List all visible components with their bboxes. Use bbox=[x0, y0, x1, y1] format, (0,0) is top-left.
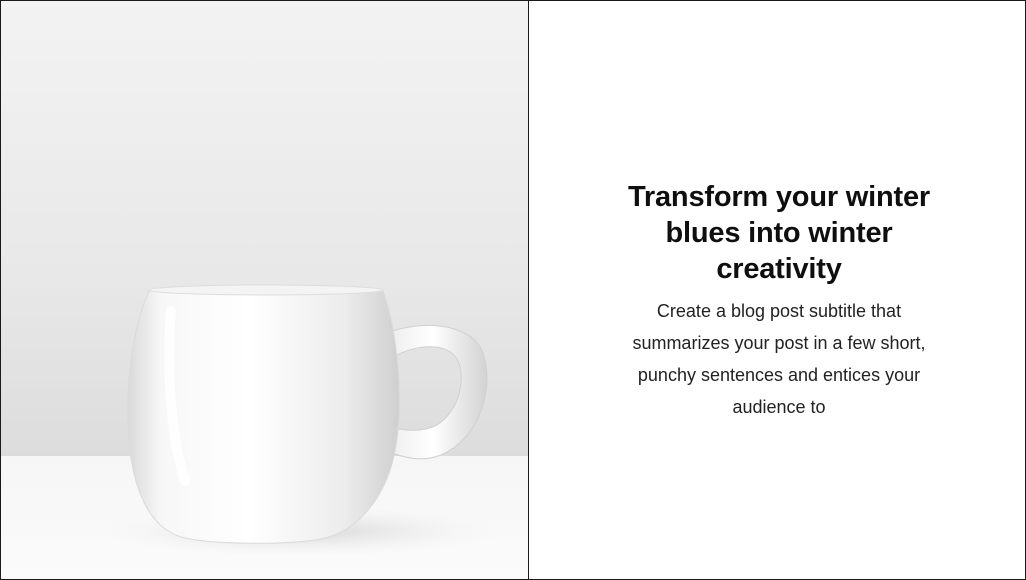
post-subtitle: Create a blog post subtitle that summari… bbox=[632, 301, 926, 417]
white-mug-photo bbox=[1, 1, 528, 579]
post-text-block: Transform your winter blues into winter … bbox=[599, 179, 959, 423]
post-text-panel: Transform your winter blues into winter … bbox=[529, 1, 1025, 579]
mug-rim bbox=[148, 284, 384, 296]
post-title: Transform your winter blues into winter … bbox=[628, 181, 930, 285]
blog-post-card: Transform your winter blues into winter … bbox=[0, 0, 1026, 580]
featured-image bbox=[1, 1, 529, 579]
